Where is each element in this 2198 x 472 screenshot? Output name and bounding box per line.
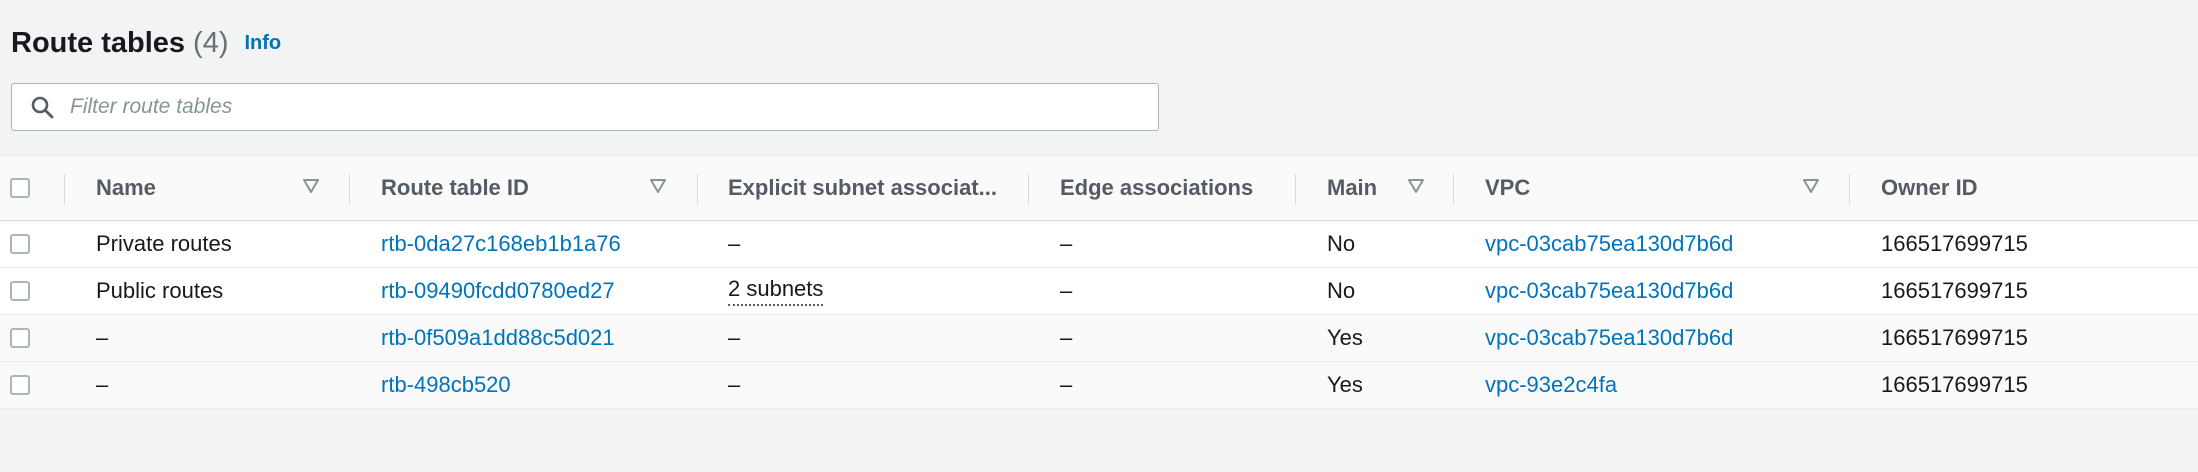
route-table-id-link[interactable]: rtb-0da27c168eb1b1a76 [381, 221, 621, 267]
cell-edge-associations: – [1060, 372, 1073, 397]
sort-icon[interactable] [1802, 178, 1820, 199]
cell-explicit-subnet: – [728, 372, 741, 397]
vpc-link[interactable]: vpc-03cab75ea130d7b6d [1485, 268, 1733, 314]
cell-owner-id: 166517699715 [1881, 372, 2028, 397]
table-row[interactable]: Public routes rtb-09490fcdd0780ed27 2 su… [0, 268, 2198, 315]
column-divider[interactable] [349, 174, 350, 204]
column-divider[interactable] [697, 174, 698, 204]
column-divider[interactable] [1849, 174, 1850, 204]
cell-edge-associations: – [1060, 325, 1073, 350]
cell-edge-associations: – [1060, 278, 1073, 303]
sort-icon[interactable] [302, 178, 320, 199]
cell-edge-associations: – [1060, 231, 1073, 256]
column-divider[interactable] [1295, 174, 1296, 204]
row-checkbox[interactable] [10, 281, 30, 301]
row-checkbox[interactable] [10, 328, 30, 348]
subnets-popover-trigger[interactable]: 2 subnets [728, 276, 824, 306]
column-header-vpc[interactable]: VPC [1485, 156, 1530, 220]
info-link[interactable]: Info [244, 32, 281, 55]
cell-name: Public routes [96, 278, 224, 303]
table-row[interactable]: Private routes rtb-0da27c168eb1b1a76 – –… [0, 221, 2198, 268]
route-table-id-link[interactable]: rtb-0f509a1dd88c5d021 [381, 315, 615, 361]
route-table-id-link[interactable]: rtb-09490fcdd0780ed27 [381, 268, 615, 314]
column-header-name[interactable]: Name [96, 156, 156, 220]
cell-name: – [96, 325, 109, 350]
select-all-checkbox[interactable] [10, 178, 30, 198]
row-checkbox[interactable] [10, 234, 30, 254]
cell-name: – [96, 372, 109, 397]
route-tables-table: Name Route table ID Explicit subnet asso… [0, 155, 2198, 409]
cell-owner-id: 166517699715 [1881, 325, 2028, 350]
vpc-link[interactable]: vpc-03cab75ea130d7b6d [1485, 315, 1733, 361]
cell-main: No [1327, 231, 1356, 256]
column-header-route-table-id[interactable]: Route table ID [381, 156, 529, 220]
column-divider[interactable] [1453, 174, 1454, 204]
column-divider[interactable] [64, 174, 65, 204]
cell-name: Private routes [96, 231, 232, 256]
page-header: Route tables (4) Info [11, 18, 281, 68]
cell-main: Yes [1327, 325, 1363, 350]
vpc-link[interactable]: vpc-93e2c4fa [1485, 362, 1617, 408]
column-divider[interactable] [1028, 174, 1029, 204]
row-checkbox-cell [10, 221, 30, 267]
row-checkbox-cell [10, 362, 30, 408]
table-header-row: Name Route table ID Explicit subnet asso… [0, 155, 2198, 221]
search-icon [30, 95, 54, 119]
filter-box[interactable] [11, 83, 1159, 131]
column-header-main[interactable]: Main [1327, 156, 1377, 220]
column-header-edge-associations[interactable]: Edge associations [1060, 156, 1253, 220]
header-checkbox-cell [10, 156, 30, 220]
cell-owner-id: 166517699715 [1881, 278, 2028, 303]
table-row[interactable]: – rtb-498cb520 – – Yes vpc-93e2c4fa 1665… [0, 362, 2198, 409]
vpc-link[interactable]: vpc-03cab75ea130d7b6d [1485, 221, 1733, 267]
sort-icon[interactable] [1407, 178, 1425, 199]
cell-explicit-subnet: – [728, 231, 741, 256]
column-header-explicit-subnet[interactable]: Explicit subnet associat... [728, 156, 997, 220]
route-table-id-link[interactable]: rtb-498cb520 [381, 362, 511, 408]
cell-explicit-subnet: – [728, 325, 741, 350]
cell-explicit-subnet: 2 subnets [728, 268, 824, 314]
row-checkbox-cell [10, 268, 30, 314]
table-row[interactable]: – rtb-0f509a1dd88c5d021 – – Yes vpc-03ca… [0, 315, 2198, 362]
sort-icon[interactable] [649, 178, 667, 199]
cell-main: No [1327, 278, 1356, 303]
page-title: Route tables [11, 26, 186, 59]
row-checkbox[interactable] [10, 375, 30, 395]
route-tables-panel: Route tables (4) Info Name Route table I… [0, 0, 2198, 472]
filter-input[interactable] [68, 94, 1128, 120]
column-header-owner-id[interactable]: Owner ID [1881, 156, 1978, 220]
cell-main: Yes [1327, 372, 1363, 397]
cell-owner-id: 166517699715 [1881, 231, 2028, 256]
row-checkbox-cell [10, 315, 30, 361]
item-count: (4) [193, 26, 229, 59]
